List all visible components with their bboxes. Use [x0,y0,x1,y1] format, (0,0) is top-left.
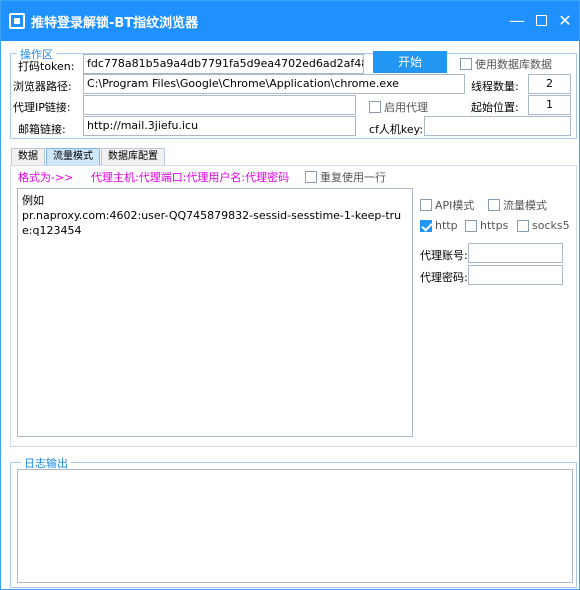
tab-db-config[interactable]: 数据库配置 [101,148,165,165]
traffic-mode-checkbox-box[interactable] [488,199,500,211]
threads-label: 线程数量: [471,80,519,93]
tab-traffic-mode[interactable]: 流量模式 [46,148,100,165]
enable-proxy-label: 启用代理 [384,101,428,114]
enable-proxy-checkbox[interactable]: 启用代理 [369,99,428,115]
tab-data[interactable]: 数据 [11,148,45,165]
proxy-ip-label: 代理IP链接: [13,101,71,114]
app-logo-icon [9,13,25,29]
mail-link-input[interactable]: http://mail.3jiefu.icu [83,116,356,136]
mail-link-label: 邮箱链接: [18,123,66,136]
traffic-mode-label: 流量模式 [503,199,547,212]
repeat-row-checkbox[interactable]: 重复使用一行 [305,169,386,185]
proxy-account-input[interactable] [468,243,563,263]
start-button[interactable]: 开始 [373,51,447,73]
api-mode-checkbox-box[interactable] [420,199,432,211]
use-db-checkbox[interactable]: 使用数据库数据 [460,56,552,72]
token-label: 打码token: [18,60,75,73]
api-mode-label: API模式 [435,199,475,212]
proxy-list-textarea[interactable]: 例如 pr.naproxy.com:4602:user-QQ745879832-… [17,188,413,437]
app-window: 推特登录解锁-BT指纹浏览器 — ✕ 操作区 打码token: fdc778a8… [0,0,580,590]
proxy-account-label: 代理账号: [420,249,468,262]
http-checkbox[interactable]: http [420,219,458,232]
maximize-button[interactable] [529,9,553,33]
proxy-password-input[interactable] [468,265,563,285]
cf-key-input[interactable] [424,116,571,136]
proxy-password-label: 代理密码: [420,271,468,284]
http-checkbox-box[interactable] [420,219,432,232]
title-bar[interactable]: 推特登录解锁-BT指纹浏览器 — ✕ [1,1,579,41]
http-label: http [435,219,458,232]
maximize-icon [535,15,547,26]
close-button[interactable]: ✕ [553,9,577,33]
threads-input[interactable]: 2 [528,74,571,94]
enable-proxy-checkbox-box[interactable] [369,101,381,113]
use-db-label: 使用数据库数据 [475,58,552,71]
format-spec: 代理主机:代理端口:代理用户名:代理密码 [91,171,290,184]
proxy-ip-input[interactable] [83,95,356,115]
token-input[interactable]: fdc778a81b5a9a4db7791fa5d9ea4702ed6ad2af… [83,54,364,74]
start-pos-label: 起始位置: [471,101,519,114]
repeat-row-label: 重复使用一行 [320,171,386,184]
use-db-checkbox-box[interactable] [460,58,472,70]
repeat-row-checkbox-box[interactable] [305,171,317,183]
window-title: 推特登录解锁-BT指纹浏览器 [31,16,199,31]
browser-path-label: 浏览器路径: [13,80,72,93]
cf-key-label: cf人机key: [369,123,424,136]
socks5-checkbox-box[interactable] [517,219,529,232]
https-checkbox-box[interactable] [465,219,477,232]
https-label: https [480,219,509,232]
browser-path-input[interactable]: C:\Program Files\Google\Chrome\Applicati… [83,74,465,94]
api-mode-checkbox[interactable]: API模式 [420,197,474,213]
tab-strip: 数据 流量模式 数据库配置 [11,148,166,165]
socks5-label: socks5 [532,219,570,232]
https-checkbox[interactable]: https [465,219,508,232]
minimize-button[interactable]: — [505,9,529,33]
socks5-checkbox[interactable]: socks5 [517,219,570,232]
log-output[interactable] [17,469,573,583]
start-pos-input[interactable]: 1 [528,95,571,115]
format-label: 格式为->> [18,171,74,184]
traffic-mode-checkbox[interactable]: 流量模式 [488,197,547,213]
